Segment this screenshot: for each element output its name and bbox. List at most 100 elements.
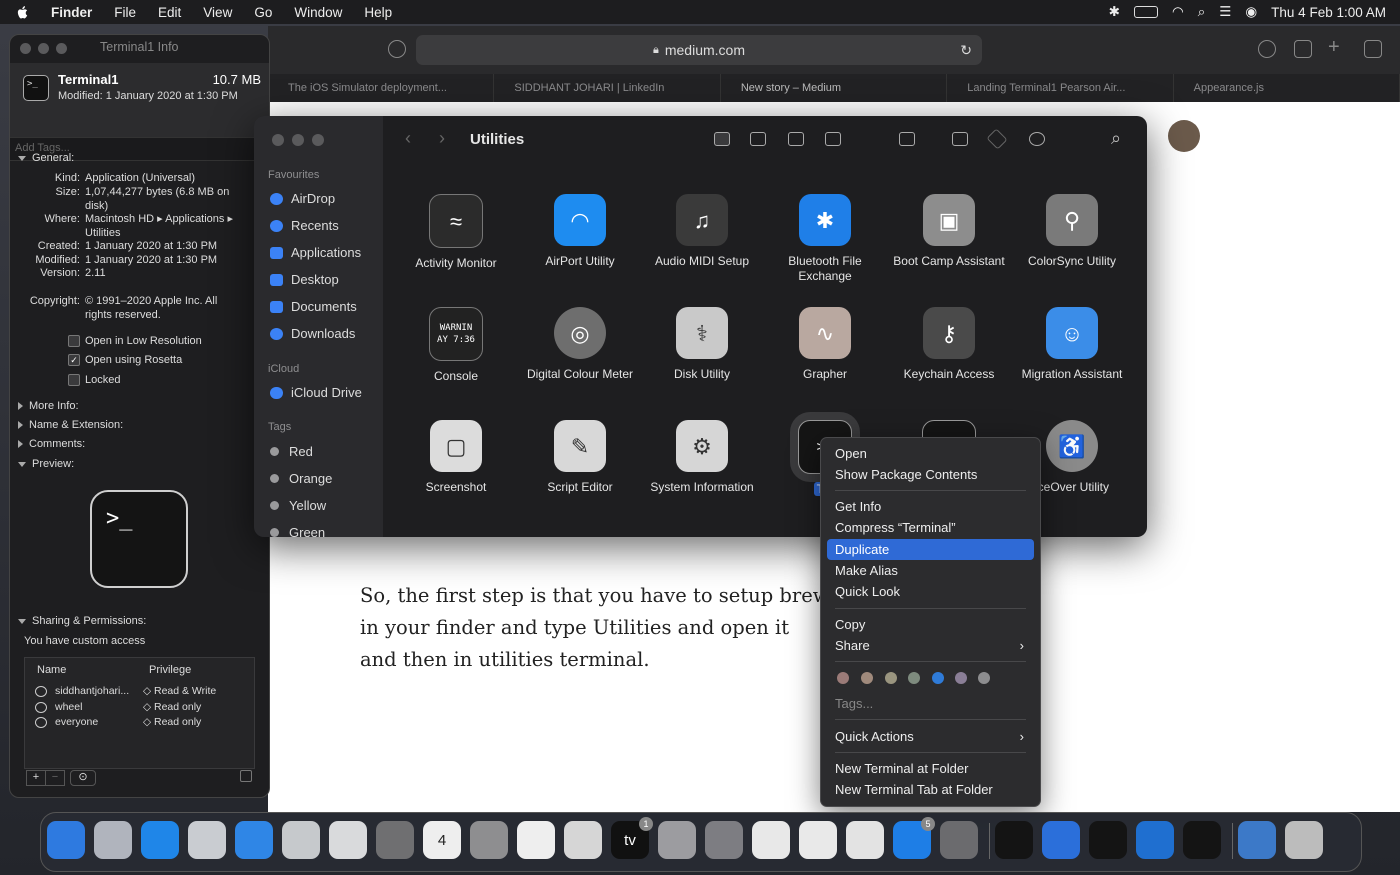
address-bar[interactable]: 🔒︎ medium.com ↻: [416, 35, 982, 65]
zoom-button[interactable]: [56, 43, 67, 54]
menu-item-tags[interactable]: Tags...: [827, 693, 1034, 714]
perm-privilege[interactable]: ◇ Read only: [143, 701, 201, 713]
tab-appearance[interactable]: Appearance.js: [1174, 74, 1400, 102]
app-bluetooth-file-exchange[interactable]: ✱ Bluetooth File Exchange: [765, 194, 885, 284]
podcasts-icon[interactable]: [705, 821, 743, 859]
battery-icon[interactable]: [1133, 6, 1158, 18]
app-airport-utility[interactable]: ◠ AirPort Utility: [520, 194, 640, 269]
sidebar-tag-yellow[interactable]: Yellow: [270, 498, 326, 513]
terminal-icon[interactable]: [995, 821, 1033, 859]
menu-item-copy[interactable]: Copy: [827, 614, 1034, 635]
sidebar-item-applications[interactable]: Applications: [270, 245, 361, 260]
maps-icon[interactable]: [282, 821, 320, 859]
app-console[interactable]: WARNIN AY 7:36 Console: [396, 307, 516, 384]
back-icon[interactable]: ‹: [405, 128, 411, 149]
sidebar-item-icloud-drive[interactable]: iCloud Drive: [270, 385, 362, 400]
app-store-icon[interactable]: 5: [893, 817, 935, 859]
menu-item-compress[interactable]: Compress “Terminal”: [827, 517, 1034, 538]
pages-icon[interactable]: [846, 821, 884, 859]
contacts-icon[interactable]: [470, 821, 508, 859]
xcode-icon[interactable]: [1042, 821, 1080, 859]
sharing-permissions-toggle[interactable]: Sharing & Permissions:: [18, 615, 146, 627]
photos-icon[interactable]: [329, 821, 367, 859]
mail-icon[interactable]: [235, 821, 273, 859]
apple-menu-icon[interactable]: [16, 5, 29, 20]
column-header-privilege[interactable]: Privilege: [149, 664, 191, 676]
system-preferences-icon[interactable]: [940, 821, 978, 859]
menu-item-open[interactable]: Open: [827, 443, 1034, 464]
locked-checkbox[interactable]: Locked: [68, 374, 120, 386]
share-icon[interactable]: [952, 132, 968, 146]
remove-permission-button[interactable]: −: [45, 770, 65, 786]
notes-icon[interactable]: [564, 821, 602, 859]
list-view-icon[interactable]: [750, 132, 766, 146]
rosetta-checkbox[interactable]: ✓ Open using Rosetta: [68, 354, 182, 366]
sidebar-tag-orange[interactable]: Orange: [270, 471, 332, 486]
new-tab-icon[interactable]: +: [1328, 36, 1340, 59]
menu-item-quick-look[interactable]: Quick Look: [827, 581, 1034, 602]
minimize-button[interactable]: [292, 134, 304, 146]
app-migration-assistant[interactable]: ☺ Migration Assistant: [1012, 307, 1132, 382]
app-keychain-access[interactable]: ⚷ Keychain Access: [889, 307, 1009, 382]
music-icon[interactable]: [658, 821, 696, 859]
tag-color-purple[interactable]: [955, 672, 967, 684]
preview-toggle[interactable]: Preview:: [18, 458, 74, 470]
safari-icon[interactable]: [141, 821, 179, 859]
app-grapher[interactable]: ∿ Grapher: [765, 307, 885, 382]
general-section-toggle[interactable]: General:: [18, 152, 74, 164]
sidebar-item-desktop[interactable]: Desktop: [270, 272, 339, 287]
tab-medium[interactable]: New story – Medium: [721, 74, 948, 102]
app-activity-monitor[interactable]: ≈ Activity Monitor: [396, 194, 516, 271]
menu-item-quick-actions[interactable]: Quick Actions ›: [827, 726, 1034, 747]
terminal-icon[interactable]: [1089, 821, 1127, 859]
more-actions-icon[interactable]: [1029, 132, 1045, 146]
app-digital-colour-meter[interactable]: ◎ Digital Colour Meter: [520, 307, 640, 382]
tab-ios-simulator[interactable]: The iOS Simulator deployment...: [268, 74, 495, 102]
app-boot-camp-assistant[interactable]: ▣ Boot Camp Assistant: [889, 194, 1009, 269]
bluetooth-status-icon[interactable]: ✱: [1109, 4, 1120, 20]
menu-item-make-alias[interactable]: Make Alias: [827, 560, 1034, 581]
app-colorsync-utility[interactable]: ⚲ ColorSync Utility: [1012, 194, 1132, 269]
vscode-icon[interactable]: [1136, 821, 1174, 859]
downloads-folder-icon[interactable]: [1238, 821, 1276, 859]
forward-icon[interactable]: ›: [439, 128, 445, 149]
menu-item-get-info[interactable]: Get Info: [827, 496, 1034, 517]
tag-color-red[interactable]: [837, 672, 849, 684]
search-icon[interactable]: ⌕: [1111, 128, 1121, 149]
share-icon[interactable]: [1294, 40, 1312, 58]
terminal-icon[interactable]: [1183, 821, 1221, 859]
keynote-icon[interactable]: [752, 821, 790, 859]
reload-icon[interactable]: ↻: [960, 42, 972, 59]
downloads-icon[interactable]: [1258, 40, 1276, 58]
group-by-icon[interactable]: [899, 132, 915, 146]
menu-item-new-terminal-at-folder[interactable]: New Terminal at Folder: [827, 758, 1034, 779]
menu-clock[interactable]: Thu 4 Feb 1:00 AM: [1271, 5, 1386, 20]
tab-overview-icon[interactable]: [1364, 40, 1382, 58]
control-center-icon[interactable]: ☰: [1219, 4, 1231, 20]
sidebar-item-documents[interactable]: Documents: [270, 299, 357, 314]
menu-app-name[interactable]: Finder: [51, 5, 92, 20]
wifi-icon[interactable]: ◠: [1172, 4, 1184, 20]
menu-item-duplicate[interactable]: Duplicate: [827, 539, 1034, 560]
messages-icon[interactable]: [188, 821, 226, 859]
menu-go[interactable]: Go: [254, 5, 272, 20]
name-extension-toggle[interactable]: Name & Extension:: [18, 419, 123, 431]
menu-item-share[interactable]: Share ›: [827, 635, 1034, 656]
app-disk-utility[interactable]: ⚕ Disk Utility: [642, 307, 762, 382]
table-row[interactable]: wheel ◇ Read only: [25, 701, 254, 716]
more-info-toggle[interactable]: More Info:: [18, 400, 79, 412]
siri-icon[interactable]: ◉: [1245, 4, 1257, 20]
trash-icon[interactable]: [1285, 821, 1323, 859]
avatar[interactable]: [1168, 120, 1200, 152]
menu-help[interactable]: Help: [364, 5, 392, 20]
menu-edit[interactable]: Edit: [158, 5, 181, 20]
zoom-button[interactable]: [312, 134, 324, 146]
tag-color-gray[interactable]: [978, 672, 990, 684]
sidebar-item-airdrop[interactable]: AirDrop: [270, 191, 335, 206]
column-header-name[interactable]: Name: [37, 664, 66, 676]
calendar-icon[interactable]: 4: [423, 821, 461, 859]
gallery-view-icon[interactable]: [825, 132, 841, 146]
sidebar-tag-green[interactable]: Green: [270, 525, 325, 537]
tab-landing[interactable]: Landing Terminal1 Pearson Air...: [947, 74, 1174, 102]
finder-icon[interactable]: [47, 821, 85, 859]
